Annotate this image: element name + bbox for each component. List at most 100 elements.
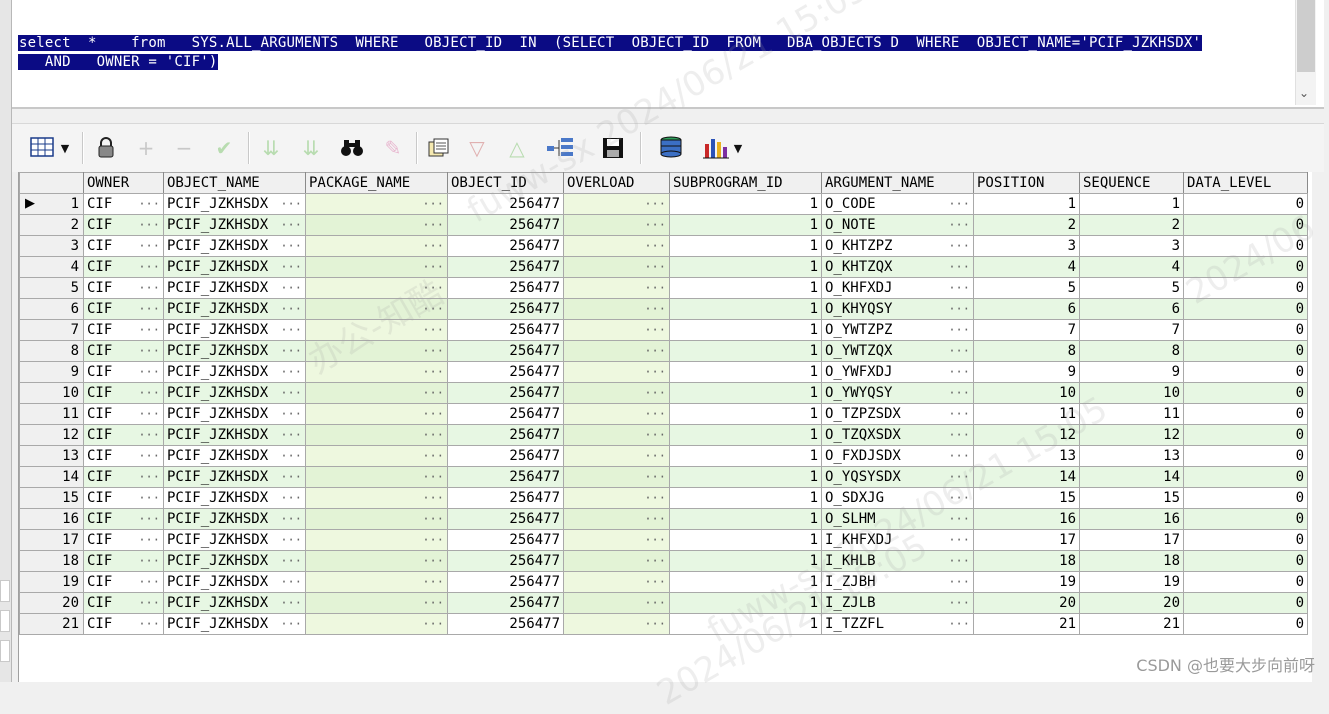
cell-position[interactable]: 9 xyxy=(973,361,1080,383)
table-row[interactable]: 20 ··· CIF ··· PCIF_JZKHSDX ··· 256477 ··· 1 ··· I… xyxy=(19,592,1308,614)
cell-object-id[interactable]: 256477 xyxy=(447,298,564,320)
cell-sequence[interactable]: 12 xyxy=(1079,424,1184,446)
cell-overload[interactable]: ··· xyxy=(563,445,670,467)
cell-argument-name[interactable]: ··· O_TZQXSDX xyxy=(821,424,974,446)
table-row[interactable]: 3 ··· CIF ··· PCIF_JZKHSDX ··· 256477 ··· 1 ··· O_… xyxy=(19,235,1308,257)
cell-subprogram-id[interactable]: 1 xyxy=(669,235,822,257)
cell-position[interactable]: 15 xyxy=(973,487,1080,509)
cell-package-name[interactable]: ··· xyxy=(305,529,448,551)
find-button[interactable] xyxy=(338,134,366,162)
cell-sequence[interactable]: 17 xyxy=(1079,529,1184,551)
col-header-position[interactable]: POSITION xyxy=(973,172,1080,194)
cell-subprogram-id[interactable]: 1 xyxy=(669,445,822,467)
cell-subprogram-id[interactable]: 1 xyxy=(669,298,822,320)
cell-package-name[interactable]: ··· xyxy=(305,256,448,278)
cell-object-id[interactable]: 256477 xyxy=(447,214,564,236)
cell-overload[interactable]: ··· xyxy=(563,193,670,215)
cell-editor-button[interactable]: ··· xyxy=(138,594,160,613)
cell-sequence[interactable]: 1 xyxy=(1079,193,1184,215)
cell-object-id[interactable]: 256477 xyxy=(447,256,564,278)
corner-cell[interactable] xyxy=(19,172,84,194)
cell-object-name[interactable]: ··· PCIF_JZKHSDX xyxy=(163,550,306,572)
cell-position[interactable]: 12 xyxy=(973,424,1080,446)
cell-editor-button[interactable]: ··· xyxy=(280,258,302,277)
cell-package-name[interactable]: ··· xyxy=(305,319,448,341)
cell-argument-name[interactable]: ··· O_YQSYSDX xyxy=(821,466,974,488)
cell-sequence[interactable]: 4 xyxy=(1079,256,1184,278)
cell-editor-button[interactable]: ··· xyxy=(280,447,302,466)
sql-text[interactable]: select * from SYS.ALL_ARGUMENTS WHERE OB… xyxy=(18,34,1203,72)
editor-scroll-thumb[interactable] xyxy=(1297,0,1315,72)
cell-object-name[interactable]: ··· PCIF_JZKHSDX xyxy=(163,424,306,446)
cell-editor-button[interactable]: ··· xyxy=(644,468,666,487)
cell-editor-button[interactable]: ··· xyxy=(644,384,666,403)
export-button[interactable] xyxy=(424,134,454,162)
cell-object-name[interactable]: ··· PCIF_JZKHSDX xyxy=(163,214,306,236)
cell-editor-button[interactable]: ··· xyxy=(138,510,160,529)
table-row[interactable]: 21 ··· CIF ··· PCIF_JZKHSDX ··· 256477 ··· 1 ··· I… xyxy=(19,613,1308,635)
cell-package-name[interactable]: ··· xyxy=(305,214,448,236)
cell-editor-button[interactable]: ··· xyxy=(138,573,160,592)
cell-editor-button[interactable]: ··· xyxy=(948,237,970,256)
cell-overload[interactable]: ··· xyxy=(563,277,670,299)
cell-editor-button[interactable]: ··· xyxy=(138,405,160,424)
cell-argument-name[interactable]: ··· I_ZJLB xyxy=(821,592,974,614)
cell-editor-button[interactable]: ··· xyxy=(138,195,160,214)
cell-owner[interactable]: ··· CIF xyxy=(83,235,164,257)
cell-subprogram-id[interactable]: 1 xyxy=(669,529,822,551)
cell-editor-button[interactable]: ··· xyxy=(138,342,160,361)
table-row[interactable]: 13 ··· CIF ··· PCIF_JZKHSDX ··· 256477 ··· 1 ··· O… xyxy=(19,445,1308,467)
cell-editor-button[interactable]: ··· xyxy=(422,363,444,382)
cell-editor-button[interactable]: ··· xyxy=(948,384,970,403)
cell-editor-button[interactable]: ··· xyxy=(948,531,970,550)
cell-sequence[interactable]: 8 xyxy=(1079,340,1184,362)
cell-data-level[interactable]: 0 xyxy=(1183,319,1308,341)
cell-subprogram-id[interactable]: 1 xyxy=(669,550,822,572)
cell-editor-button[interactable]: ··· xyxy=(644,363,666,382)
next-record-button[interactable]: ⇊ xyxy=(258,134,284,162)
col-header-subprogram-id[interactable]: SUBPROGRAM_ID xyxy=(669,172,822,194)
cell-data-level[interactable]: 0 xyxy=(1183,298,1308,320)
cell-editor-button[interactable]: ··· xyxy=(280,489,302,508)
cell-owner[interactable]: ··· CIF xyxy=(83,382,164,404)
table-row[interactable]: 5 ··· CIF ··· PCIF_JZKHSDX ··· 256477 ··· 1 ··· O_… xyxy=(19,277,1308,299)
cell-overload[interactable]: ··· xyxy=(563,508,670,530)
cell-position[interactable]: 13 xyxy=(973,445,1080,467)
sort-desc-button[interactable]: ▽ xyxy=(464,134,490,162)
cell-position[interactable]: 3 xyxy=(973,235,1080,257)
cell-editor-button[interactable]: ··· xyxy=(422,300,444,319)
cell-subprogram-id[interactable]: 1 xyxy=(669,340,822,362)
cell-argument-name[interactable]: ··· O_TZPZSDX xyxy=(821,403,974,425)
cell-owner[interactable]: ··· CIF xyxy=(83,529,164,551)
cell-editor-button[interactable]: ··· xyxy=(280,615,302,634)
cell-object-id[interactable]: 256477 xyxy=(447,361,564,383)
cell-subprogram-id[interactable]: 1 xyxy=(669,508,822,530)
cell-argument-name[interactable]: ··· O_CODE xyxy=(821,193,974,215)
cell-owner[interactable]: ··· CIF xyxy=(83,508,164,530)
cell-owner[interactable]: ··· CIF xyxy=(83,571,164,593)
cell-object-name[interactable]: ··· PCIF_JZKHSDX xyxy=(163,382,306,404)
cell-sequence[interactable]: 15 xyxy=(1079,487,1184,509)
row-indicator[interactable]: 14 xyxy=(19,466,84,488)
cell-data-level[interactable]: 0 xyxy=(1183,445,1308,467)
splitter[interactable] xyxy=(12,109,1324,124)
cell-argument-name[interactable]: ··· I_TZZFL xyxy=(821,613,974,635)
grid-view-button[interactable]: ▼ xyxy=(24,134,74,162)
cell-editor-button[interactable]: ··· xyxy=(138,531,160,550)
cell-argument-name[interactable]: ··· O_SLHM xyxy=(821,508,974,530)
cell-object-name[interactable]: ··· PCIF_JZKHSDX xyxy=(163,487,306,509)
cell-owner[interactable]: ··· CIF xyxy=(83,319,164,341)
cell-editor-button[interactable]: ··· xyxy=(644,615,666,634)
cell-data-level[interactable]: 0 xyxy=(1183,466,1308,488)
cell-owner[interactable]: ··· CIF xyxy=(83,256,164,278)
cell-editor-button[interactable]: ··· xyxy=(948,468,970,487)
cell-overload[interactable]: ··· xyxy=(563,382,670,404)
col-header-object-id[interactable]: OBJECT_ID xyxy=(447,172,564,194)
row-indicator[interactable]: 2 xyxy=(19,214,84,236)
cell-subprogram-id[interactable]: 1 xyxy=(669,382,822,404)
table-row[interactable]: ▶ 1 ··· CIF ··· PCIF_JZKHSDX ··· 256477 ··· 1 ··· O… xyxy=(19,193,1308,215)
cell-object-name[interactable]: ··· PCIF_JZKHSDX xyxy=(163,466,306,488)
cell-subprogram-id[interactable]: 1 xyxy=(669,613,822,635)
cell-overload[interactable]: ··· xyxy=(563,550,670,572)
cell-position[interactable]: 14 xyxy=(973,466,1080,488)
